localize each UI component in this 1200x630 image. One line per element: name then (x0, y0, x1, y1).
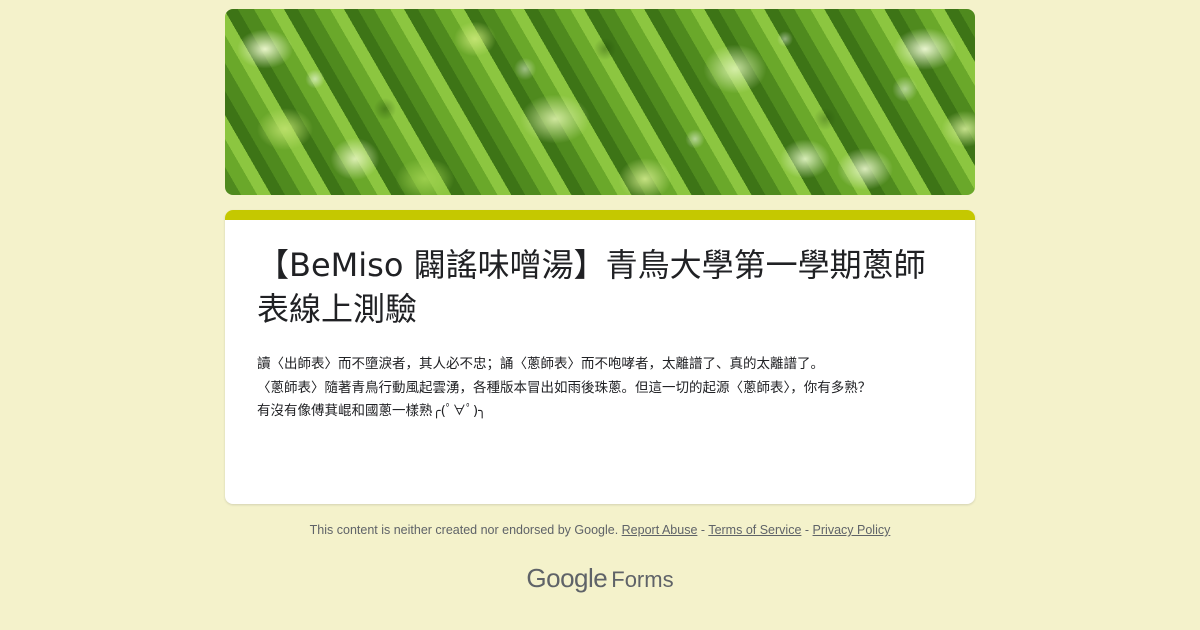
form-page: 【BeMiso 闢謠味噌湯】青鳥大學第一學期蔥師表線上測驗 讀〈出師表〉而不墮淚… (0, 0, 1200, 630)
description-line: 有沒有像傅萁崐和國蔥一樣熟╭(ﾟ∀ﾟ)╮ (257, 403, 487, 419)
privacy-policy-link[interactable]: Privacy Policy (813, 523, 891, 537)
card-accent-bar (225, 210, 975, 220)
google-wordmark: Google (526, 563, 608, 593)
report-abuse-link[interactable]: Report Abuse (622, 523, 698, 537)
form-title: 【BeMiso 闢謠味噌湯】青鳥大學第一學期蔥師表線上測驗 (257, 246, 926, 328)
form-header-card: 【BeMiso 闢謠味噌湯】青鳥大學第一學期蔥師表線上測驗 讀〈出師表〉而不墮淚… (225, 210, 975, 504)
footer-disclaimer: This content is neither created nor endo… (0, 523, 1200, 537)
disclaimer-text: This content is neither created nor endo… (309, 523, 619, 537)
description-line: 讀〈出師表〉而不墮淚者，其人必不忠；誦〈蔥師表〉而不咆哮者，太離譜了、真的太離譜… (257, 356, 824, 372)
google-forms-logo[interactable]: Google Forms (0, 563, 1200, 594)
separator: - (700, 523, 706, 537)
separator: - (804, 523, 810, 537)
green-onion-photo (225, 9, 975, 195)
terms-of-service-link[interactable]: Terms of Service (708, 523, 801, 537)
header-image (225, 9, 975, 195)
forms-wordmark: Forms (611, 567, 674, 592)
description-line: 〈蔥師表〉隨著青鳥行動風起雲湧，各種版本冒出如雨後珠蔥。但這一切的起源〈蔥師表〉… (257, 379, 872, 396)
form-description: 讀〈出師表〉而不墮淚者，其人必不忠；誦〈蔥師表〉而不咆哮者，太離譜了、真的太離譜… (257, 353, 943, 424)
